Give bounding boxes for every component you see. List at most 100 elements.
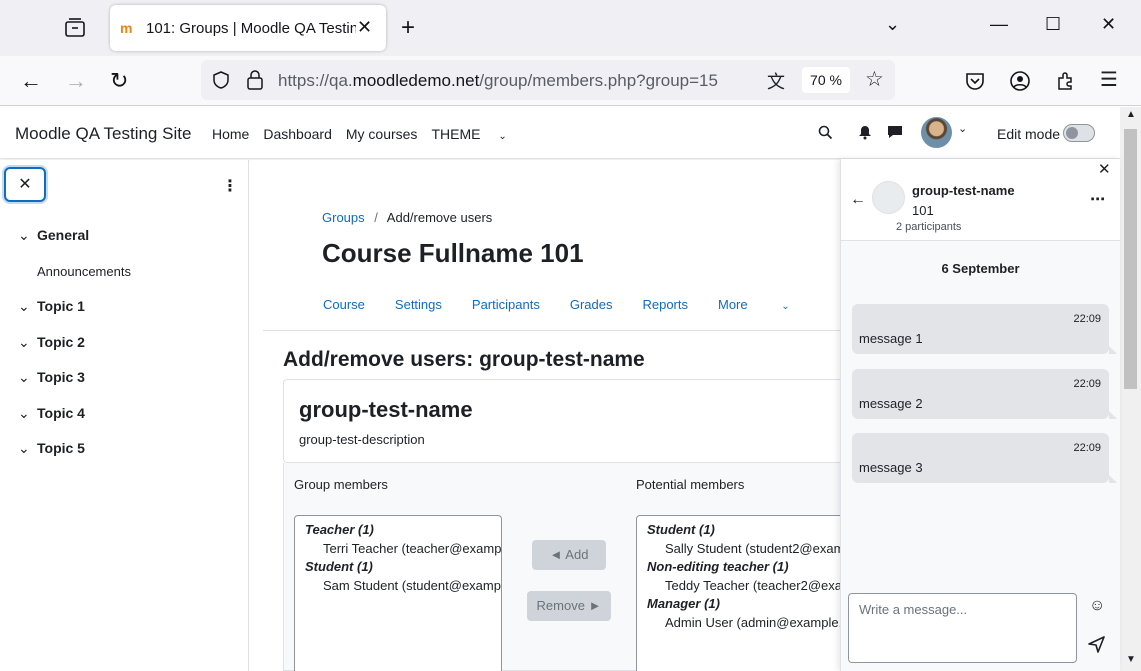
participants-count[interactable]: 2 participants [896, 221, 961, 233]
page-heading: Add/remove users: group-test-name [283, 348, 645, 371]
zoom-level[interactable]: 70 % [802, 67, 850, 93]
remove-button[interactable]: Remove ► [527, 591, 611, 621]
reload-icon[interactable]: ↻ [110, 68, 128, 94]
group-name: group-test-name [299, 397, 473, 422]
shield-icon[interactable] [211, 70, 231, 90]
extensions-icon[interactable] [1055, 70, 1077, 92]
nav-theme-label: THEME [431, 126, 481, 142]
browser-window: m 101: Groups | Moodle QA Testing Site ✕… [0, 0, 1141, 671]
group-members-list[interactable]: Teacher (1) Terri Teacher (teacher@examp… [294, 515, 502, 671]
scroll-thumb[interactable] [1124, 129, 1137, 389]
edit-mode-toggle[interactable] [1063, 124, 1095, 142]
course-title: Course Fullname 101 [322, 238, 584, 268]
moodle-navbar: Moodle QA Testing Site Home Dashboard My… [0, 107, 1120, 159]
site-name[interactable]: Moodle QA Testing Site [15, 124, 191, 144]
conversation-name[interactable]: group-test-name [912, 183, 1015, 198]
kebab-menu-icon[interactable]: ⋮ [222, 176, 238, 196]
window-close-icon[interactable]: ✕ [1101, 14, 1116, 35]
new-tab-icon[interactable]: + [401, 14, 415, 42]
page-scrollbar[interactable]: ▲ ▼ [1120, 107, 1141, 671]
breadcrumb: Groups / Add/remove users [322, 210, 492, 225]
chevron-down-icon: ⌄ [18, 405, 30, 421]
members-selector: Group members Potential members Teacher … [283, 463, 853, 671]
tab-overflow-chevron-icon[interactable]: ⌄ [885, 14, 900, 35]
group-members-label: Group members [294, 477, 388, 492]
nav-dashboard[interactable]: Dashboard [263, 126, 332, 142]
section-topic-2[interactable]: ⌄ Topic 2 [18, 334, 85, 351]
moodle-favicon-icon: m [120, 20, 133, 36]
group-description: group-test-description [299, 432, 425, 447]
forward-icon[interactable]: → [65, 68, 87, 94]
search-icon[interactable] [818, 125, 833, 140]
section-topic-1[interactable]: ⌄ Topic 1 [18, 298, 85, 315]
user-menu-chevron-icon[interactable]: ⌄ [958, 122, 967, 135]
account-icon[interactable] [1009, 70, 1031, 92]
url-text[interactable]: https://qa.moodledemo.net/group/members.… [278, 71, 718, 91]
url-bar[interactable]: https://qa.moodledemo.net/group/members.… [201, 60, 895, 100]
section-topic-5[interactable]: ⌄ Topic 5 [18, 440, 85, 457]
message-input[interactable]: Write a message... [848, 593, 1077, 663]
breadcrumb-separator: / [374, 210, 378, 225]
tab-participants[interactable]: Participants [472, 297, 540, 312]
minimize-icon[interactable]: — [990, 14, 1008, 35]
message-text: message 2 [859, 396, 923, 411]
nav-theme[interactable]: THEME ⌄ [431, 126, 520, 142]
conversation-menu-icon[interactable]: ⋯ [1090, 190, 1105, 208]
course-index-drawer: ✕ ⋮ ⌄ General Announcements ⌄ Topic 1 ⌄ Top… [0, 160, 249, 671]
list-item[interactable]: Sally Student (student2@example.com) [637, 539, 843, 558]
emoji-icon[interactable]: ☺ [1089, 597, 1105, 615]
scroll-down-icon[interactable]: ▼ [1126, 654, 1136, 665]
section-topic-4[interactable]: ⌄ Topic 4 [18, 405, 85, 422]
optgroup-non-editing-teacher: Non-editing teacher (1) [647, 559, 789, 574]
tab-more[interactable]: More ⌄ [718, 297, 820, 312]
tab-grades[interactable]: Grades [570, 297, 613, 312]
tab-more-label: More [718, 297, 748, 312]
add-button[interactable]: ◄ Add [532, 540, 606, 570]
chevron-down-icon: ⌄ [18, 334, 30, 350]
hamburger-menu-icon[interactable]: ☰ [1100, 67, 1118, 92]
close-drawer-button[interactable]: ✕ [4, 167, 46, 202]
list-item[interactable]: Admin User (admin@example.com) [637, 613, 843, 632]
tab-list-icon[interactable] [63, 16, 87, 40]
section-topic-3[interactable]: ⌄ Topic 3 [18, 369, 85, 386]
pocket-icon[interactable] [964, 70, 986, 92]
chevron-down-icon: ⌄ [18, 369, 30, 385]
tab-settings[interactable]: Settings [395, 297, 442, 312]
notification-bell-icon[interactable] [858, 125, 872, 140]
maximize-icon[interactable]: ☐ [1045, 14, 1061, 35]
send-icon[interactable] [1088, 636, 1105, 653]
potential-members-list[interactable]: Student (1) Sally Student (student2@exam… [636, 515, 844, 671]
tab-close-icon[interactable]: ✕ [357, 17, 372, 38]
tab-title: 101: Groups | Moodle QA Testing Site [146, 20, 356, 37]
back-icon[interactable]: ← [20, 68, 42, 94]
breadcrumb-groups[interactable]: Groups [322, 210, 365, 225]
user-avatar[interactable] [921, 117, 952, 148]
main-content: Groups / Add/remove users Course Fullnam… [250, 160, 853, 671]
optgroup-student: Student (1) [305, 559, 373, 574]
nav-my-courses[interactable]: My courses [346, 126, 418, 142]
nav-home[interactable]: Home [212, 126, 249, 142]
tab-strip: m 101: Groups | Moodle QA Testing Site ✕… [0, 0, 1141, 56]
tab-reports[interactable]: Reports [642, 297, 688, 312]
message-text: message 1 [859, 331, 923, 346]
list-item[interactable]: Teddy Teacher (teacher2@example.com) [637, 576, 843, 595]
back-arrow-icon[interactable]: ← [850, 191, 866, 209]
scroll-up-icon[interactable]: ▲ [1126, 109, 1136, 120]
message-bubble: 22:09 message 1 [852, 304, 1117, 354]
section-general[interactable]: ⌄ General [18, 227, 89, 244]
close-message-drawer-icon[interactable]: ✕ [1098, 160, 1111, 178]
list-item[interactable]: Terri Teacher (teacher@example.com) [295, 539, 501, 558]
message-bubble: 22:09 message 2 [852, 369, 1117, 419]
activity-announcements[interactable]: Announcements [37, 264, 131, 279]
lock-icon[interactable] [246, 69, 264, 91]
translate-icon[interactable]: 文 [767, 68, 785, 94]
close-icon: ✕ [18, 176, 32, 193]
messages-icon[interactable] [887, 124, 903, 139]
message-time: 22:09 [1073, 313, 1101, 325]
tab-course[interactable]: Course [323, 297, 365, 312]
chevron-down-icon: ⌄ [18, 227, 30, 243]
browser-tab[interactable]: m 101: Groups | Moodle QA Testing Site ✕ [110, 5, 386, 51]
group-info-card: group-test-name group-test-description [283, 379, 853, 463]
list-item[interactable]: Sam Student (student@example.com) [295, 576, 501, 595]
bookmark-star-icon[interactable]: ☆ [865, 67, 884, 92]
